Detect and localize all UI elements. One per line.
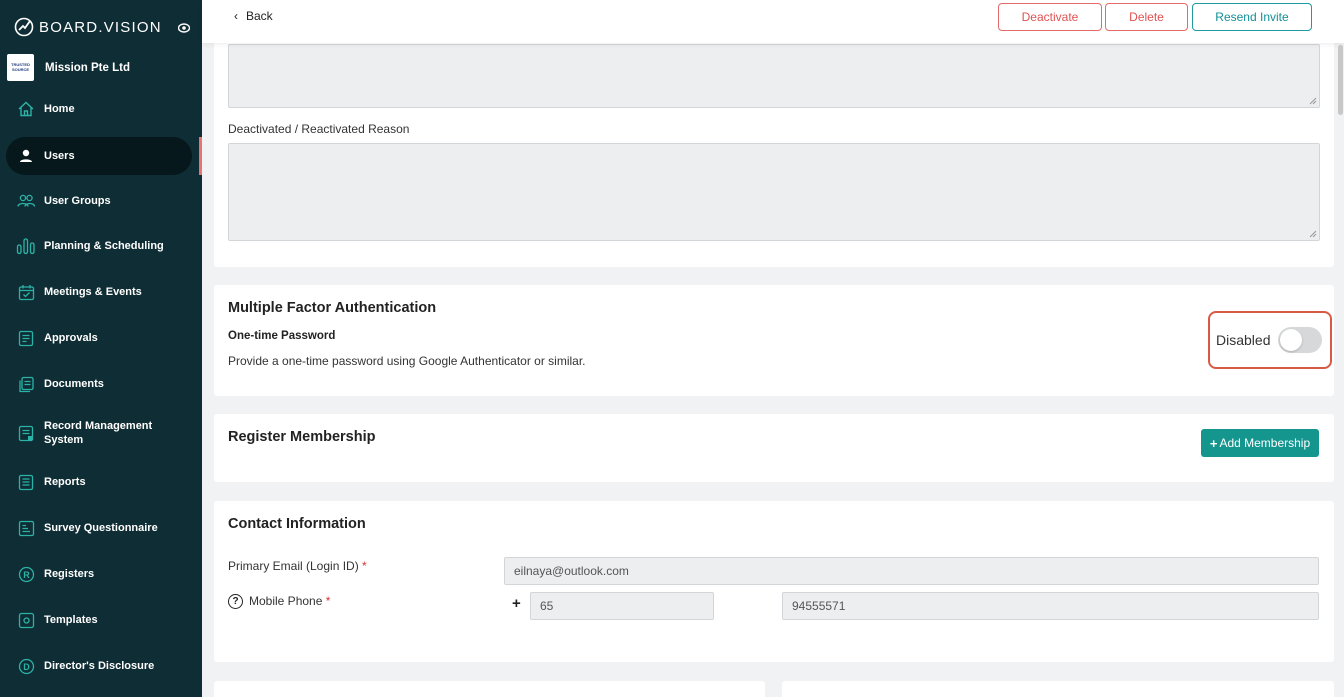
otp-status-label: Disabled [1216, 332, 1271, 348]
sidebar-item-reports[interactable]: Reports [6, 463, 192, 501]
back-link[interactable]: ‹ Back [234, 9, 273, 23]
templates-icon [16, 610, 36, 630]
previous-textarea[interactable] [228, 44, 1320, 108]
sidebar-item-label: Record Management System [44, 420, 153, 446]
approvals-icon [16, 328, 36, 348]
home-icon [16, 99, 36, 119]
resend-invite-button[interactable]: Resend Invite [1192, 3, 1312, 31]
required-mark: * [362, 559, 367, 573]
top-action-bar: ‹ Back Deactivate Delete Resend Invite [202, 0, 1344, 43]
active-nav-indicator [199, 137, 202, 175]
sidebar-item-label: Reports [44, 476, 86, 488]
email-label: Primary Email (Login ID) * [228, 559, 367, 573]
brand-name: BOARD.VISION [39, 18, 162, 36]
registers-icon: R [16, 564, 36, 584]
delete-button[interactable]: Delete [1105, 3, 1188, 31]
disclosure-icon: D [16, 656, 36, 676]
sidebar-item-label: Approvals [44, 332, 98, 344]
back-label: Back [246, 9, 273, 23]
user-icon [16, 146, 36, 166]
help-icon[interactable]: ? [228, 594, 243, 609]
sidebar-item-home[interactable]: Home [6, 90, 192, 128]
sidebar-item-user-groups[interactable]: User Groups [6, 182, 192, 220]
membership-card: Register Membership + Add Membership [214, 414, 1334, 482]
mobile-phone-label: Mobile Phone * [249, 594, 330, 608]
sidebar-item-survey[interactable]: Survey Questionnaire [6, 509, 192, 547]
svg-text:R: R [23, 570, 30, 580]
otp-toggle-group: Disabled [1208, 311, 1332, 369]
email-label-text: Primary Email (Login ID) [228, 559, 359, 573]
chevron-left-icon: ‹ [234, 9, 238, 23]
sidebar-item-users[interactable]: Users [6, 137, 192, 175]
bottom-card-right [782, 681, 1334, 697]
required-mark: * [325, 594, 331, 608]
organization-switcher[interactable]: TRUSTED SOURCE Mission Pte Ltd [7, 54, 130, 81]
survey-icon [16, 518, 36, 538]
toggle-knob [1280, 329, 1303, 351]
svg-text:D: D [23, 662, 30, 672]
reason-textarea[interactable] [228, 143, 1320, 241]
sidebar-item-registers[interactable]: R Registers [6, 555, 192, 593]
sidebar-item-label: User Groups [44, 195, 111, 207]
reason-label: Deactivated / Reactivated Reason [228, 122, 410, 136]
page-scrollbar-track[interactable] [1337, 43, 1344, 697]
record-icon [16, 423, 36, 443]
membership-title: Register Membership [228, 429, 376, 445]
contact-title: Contact Information [228, 516, 366, 532]
plus-icon: + [1209, 435, 1218, 451]
country-code-plus: + [512, 595, 521, 612]
sidebar-item-label: Registers [44, 568, 95, 580]
deactivate-button[interactable]: Deactivate [998, 3, 1102, 31]
sidebar-item-label: Meetings & Events [44, 286, 142, 298]
sidebar-item-label: Planning & Scheduling [44, 240, 164, 252]
email-input[interactable]: eilnaya@outlook.com [504, 557, 1319, 585]
board-vision-logo-icon [14, 17, 34, 37]
sidebar-item-templates[interactable]: Templates [6, 601, 192, 639]
sidebar-item-record-management[interactable]: Record Management System [6, 414, 192, 452]
sidebar: BOARD.VISION TRUSTED SOURCE Mission Pte … [0, 0, 202, 697]
contact-card: Contact Information Primary Email (Login… [214, 501, 1334, 662]
organization-logo: TRUSTED SOURCE [7, 54, 34, 81]
sidebar-item-meetings[interactable]: Meetings & Events [6, 273, 192, 311]
sidebar-item-documents[interactable]: Documents [6, 365, 192, 403]
phone-number-input[interactable]: 94555571 [782, 592, 1319, 620]
add-membership-button[interactable]: + Add Membership [1201, 429, 1319, 457]
org-logo-line2: SOURCE [11, 66, 30, 72]
mfa-title: Multiple Factor Authentication [228, 300, 437, 316]
resize-grip-icon[interactable] [1309, 230, 1317, 238]
documents-icon [16, 374, 36, 394]
otp-toggle-switch[interactable] [1278, 327, 1323, 353]
country-code-input[interactable]: 65 [530, 592, 714, 620]
sidebar-item-label: Director's Disclosure [44, 660, 155, 672]
mfa-card: Multiple Factor Authentication One-time … [214, 285, 1334, 396]
add-membership-label: Add Membership [1219, 436, 1311, 450]
resize-grip-icon[interactable] [1309, 97, 1317, 105]
sidebar-item-label: Documents [44, 378, 104, 390]
sidebar-item-label: Home [44, 103, 75, 115]
otp-title: One-time Password [228, 330, 336, 342]
calendar-icon [16, 282, 36, 302]
sidebar-item-planning[interactable]: Planning & Scheduling [6, 227, 192, 265]
user-group-icon [16, 191, 36, 211]
reason-card: Deactivated / Reactivated Reason [214, 20, 1334, 267]
sidebar-item-approvals[interactable]: Approvals [6, 319, 192, 357]
otp-description: Provide a one-time password using Google… [228, 354, 586, 368]
mobile-phone-label-text: Mobile Phone [249, 594, 323, 608]
brand-logo[interactable]: BOARD.VISION [14, 16, 162, 38]
planning-icon [16, 236, 36, 256]
sidebar-item-label: Templates [44, 614, 98, 626]
organization-name: Mission Pte Ltd [45, 61, 130, 74]
eye-icon[interactable] [178, 22, 190, 34]
reports-icon [16, 472, 36, 492]
sidebar-item-directors-disclosure[interactable]: D Director's Disclosure [6, 647, 192, 685]
sidebar-item-label: Survey Questionnaire [44, 522, 158, 534]
page-scrollbar-thumb[interactable] [1338, 45, 1343, 115]
bottom-card-left [214, 681, 765, 697]
sidebar-item-label: Users [44, 150, 75, 162]
